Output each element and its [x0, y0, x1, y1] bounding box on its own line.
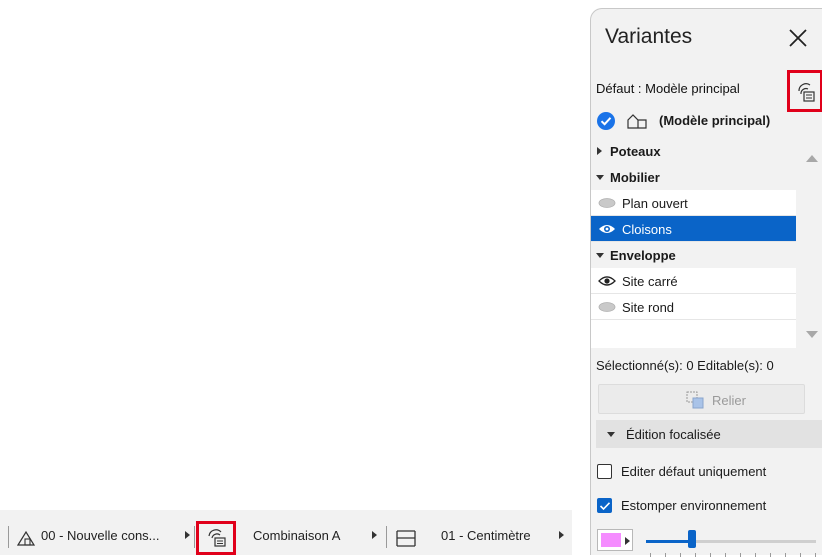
group-label: Enveloppe [610, 248, 676, 263]
hidden-eye-icon[interactable] [598, 197, 616, 209]
variant-settings-icon [798, 83, 815, 102]
story-selector[interactable]: 00 - Nouvelle cons... [41, 528, 160, 543]
slider-tick [770, 553, 771, 557]
link-button-label: Relier [712, 393, 746, 408]
variant-tree: Poteaux Mobilier Plan ouvert Cloisons En… [591, 138, 796, 348]
separator [386, 526, 387, 548]
group-label: Mobilier [610, 170, 660, 185]
close-icon[interactable] [787, 27, 809, 49]
main-model-row[interactable]: (Modèle principal) [591, 107, 822, 135]
collapse-arrow-icon[interactable] [596, 175, 604, 180]
edit-default-only-checkbox[interactable] [597, 464, 612, 479]
checkmark-icon [599, 502, 611, 511]
group-label: Poteaux [610, 144, 661, 159]
collapse-arrow-icon[interactable] [607, 432, 615, 437]
item-label: Site rond [622, 300, 675, 315]
combination-selector[interactable]: Combinaison A [253, 528, 340, 543]
model-icon [627, 114, 647, 129]
collapse-arrow-icon[interactable] [596, 253, 604, 258]
tree-group-poteaux[interactable]: Poteaux [591, 138, 796, 164]
dimension-selector[interactable]: 01 - Centimètre [441, 528, 531, 543]
main-model-label: (Modèle principal) [659, 113, 771, 128]
slider-fill [646, 540, 692, 543]
variant-combination-icon[interactable] [206, 528, 228, 548]
separator [8, 526, 9, 548]
tree-group-mobilier[interactable]: Mobilier [591, 164, 796, 190]
slider-tick [695, 553, 696, 557]
item-label: Site carré [622, 274, 678, 289]
tree-item-site-rond[interactable]: Site rond [591, 294, 796, 320]
slider-tick [710, 553, 711, 557]
fade-slider[interactable] [646, 540, 816, 543]
slider-tick [740, 553, 741, 557]
focus-edit-section[interactable]: Édition focalisée [596, 420, 822, 448]
variant-settings-button[interactable] [787, 70, 822, 112]
fade-environment-label: Estomper environnement [621, 498, 767, 513]
status-bar: 00 - Nouvelle cons... Combinaison A 01 -… [0, 510, 572, 555]
variants-palette: Variantes Défaut : Modèle principal (Mod… [590, 8, 822, 557]
expand-arrow-icon[interactable] [597, 147, 602, 155]
separator [194, 526, 195, 548]
fade-environment-checkbox[interactable] [597, 498, 612, 513]
edit-default-only-label: Editer défaut uniquement [621, 464, 767, 479]
tree-item-plan-ouvert[interactable]: Plan ouvert [591, 190, 796, 216]
dimension-arrow-icon[interactable] [559, 531, 564, 539]
slider-tick [785, 553, 786, 557]
slider-tick [815, 553, 816, 557]
slider-tick [680, 553, 681, 557]
combination-arrow-icon[interactable] [372, 531, 377, 539]
scroll-up-arrow-icon[interactable] [806, 155, 818, 162]
eye-icon[interactable] [598, 275, 616, 287]
slider-tick [665, 553, 666, 557]
selection-status: Sélectionné(s): 0 Editable(s): 0 [596, 358, 774, 373]
item-label: Cloisons [622, 222, 672, 237]
fade-color-picker[interactable] [597, 529, 633, 551]
eye-icon[interactable] [598, 223, 616, 235]
color-swatch [601, 533, 621, 547]
slider-tick [800, 553, 801, 557]
story-arrow-icon[interactable] [185, 531, 190, 539]
check-circle-icon[interactable] [597, 112, 615, 130]
hidden-eye-icon[interactable] [598, 301, 616, 313]
scroll-down-arrow-icon[interactable] [806, 331, 818, 338]
dropdown-arrow-icon [625, 537, 630, 545]
slider-tick [650, 553, 651, 557]
focus-edit-label: Édition focalisée [626, 427, 721, 442]
link-button[interactable]: Relier [598, 384, 805, 414]
palette-title: Variantes [605, 25, 693, 48]
tree-item-cloisons[interactable]: Cloisons [591, 216, 796, 242]
slider-tick [725, 553, 726, 557]
tree-group-enveloppe[interactable]: Enveloppe [591, 242, 796, 268]
link-icon [686, 391, 704, 409]
tree-item-site-carre[interactable]: Site carré [591, 268, 796, 294]
default-variant-label: Défaut : Modèle principal [596, 81, 740, 96]
slider-tick [755, 553, 756, 557]
story-icon[interactable] [17, 530, 35, 546]
item-label: Plan ouvert [622, 196, 688, 211]
dimension-icon[interactable] [396, 529, 416, 547]
slider-thumb[interactable] [687, 530, 696, 548]
